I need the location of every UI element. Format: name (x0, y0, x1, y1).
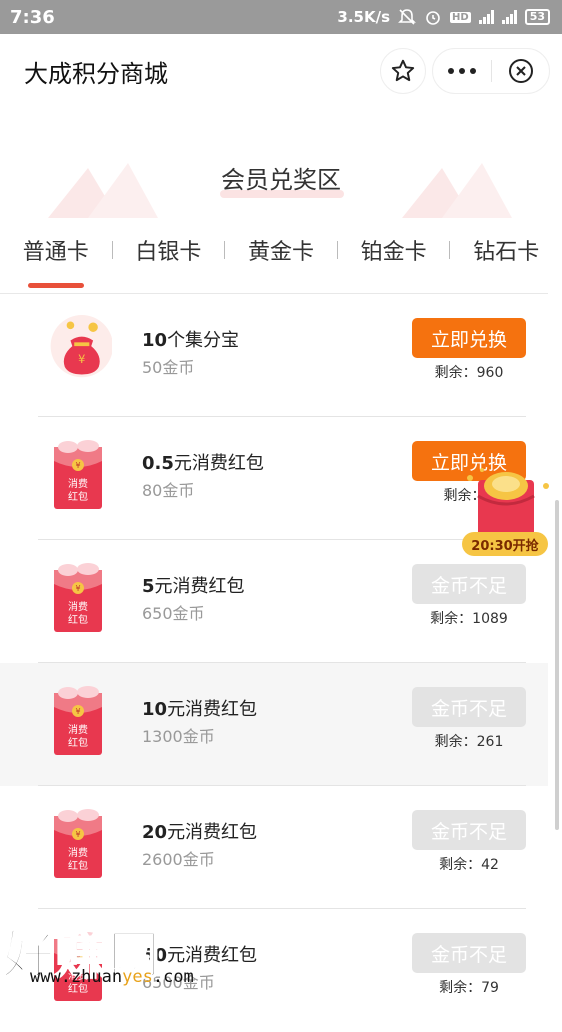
redeem-button[interactable]: 立即兑换 (412, 318, 526, 358)
mute-bell-icon (398, 9, 416, 25)
signal-icon (501, 10, 517, 24)
svg-text:消费: 消费 (68, 477, 88, 490)
list-item: ¥ 10个集分宝 50金币 立即兑换 剩余：960 (0, 294, 548, 417)
item-name: 20元消费红包 (142, 822, 258, 843)
item-name: 5元消费红包 (142, 576, 245, 597)
close-circle-icon (508, 59, 533, 83)
insufficient-coins-button[interactable]: 金币不足 (412, 810, 526, 850)
item-remaining: 剩余：261 (434, 734, 504, 750)
tab-silver-card[interactable]: 白银卡 (113, 234, 225, 266)
member-redeem-section: 会员兑奖区 普通卡 白银卡 黄金卡 铂金卡 钻石卡 (0, 130, 562, 295)
item-remaining: 剩余：42 (439, 857, 499, 873)
status-indicators: 3.5K/s HD 53 (337, 8, 550, 26)
item-name: 10元消费红包 (142, 699, 258, 720)
nav-header: 大成积分商城 (0, 34, 562, 130)
alarm-icon (426, 11, 440, 25)
scrollbar[interactable] (555, 500, 559, 830)
svg-text:¥: ¥ (75, 584, 80, 593)
item-cost: 1300金币 (142, 727, 215, 746)
status-bar: 7:36 3.5K/s HD 53 (0, 0, 562, 34)
item-remaining: 剩余：1089 (430, 611, 508, 627)
red-envelope-icon: ¥ 消费 红包 (54, 686, 102, 755)
list-item: ¥ 消费 红包 20元消费红包 2600金币 金币不足 剩余：42 (0, 786, 548, 909)
item-cost: 650金币 (142, 604, 205, 623)
item-cost: 2600金币 (142, 850, 215, 869)
tab-gold-card[interactable]: 黄金卡 (225, 234, 337, 266)
red-envelope-icon: ¥ 消费 红包 (54, 563, 102, 632)
tab-diamond-card[interactable]: 钻石卡 (450, 234, 562, 266)
red-envelope-icon: ¥ 消费 红包 (54, 809, 102, 878)
item-remaining: 剩余：79 (439, 980, 499, 996)
network-speed: 3.5K/s (337, 8, 391, 26)
svg-text:红包: 红包 (68, 490, 88, 503)
close-button[interactable] (492, 48, 549, 94)
tab-platinum-card[interactable]: 铂金卡 (338, 234, 450, 266)
red-envelope-icon: ¥ 消费 红包 (54, 440, 102, 509)
item-name: 10个集分宝 (142, 330, 240, 351)
item-remaining: 剩余：960 (434, 365, 504, 381)
item-cost: 80金币 (142, 481, 195, 500)
hd-icon: HD (450, 11, 471, 23)
svg-text:红包: 红包 (68, 859, 88, 872)
money-bag-icon: ¥ (50, 314, 112, 378)
star-icon (391, 59, 415, 82)
insufficient-coins-button[interactable]: 金币不足 (412, 687, 526, 727)
countdown-label[interactable]: 20:30开抢 (462, 532, 548, 556)
svg-text:¥: ¥ (75, 461, 80, 470)
svg-text:消费: 消费 (68, 723, 88, 736)
svg-text:消费: 消费 (68, 846, 88, 859)
svg-text:红包: 红包 (68, 613, 88, 626)
mini-program-capsule (432, 48, 550, 94)
svg-text:¥: ¥ (75, 830, 80, 839)
insufficient-coins-button[interactable]: 金币不足 (412, 564, 526, 604)
svg-text:红包: 红包 (68, 736, 88, 749)
svg-text:¥: ¥ (78, 352, 85, 366)
card-tabs: 普通卡 白银卡 黄金卡 铂金卡 钻石卡 (0, 230, 562, 288)
watermark-logo: 好赚网 www.zhuanyes.com (0, 905, 210, 1000)
svg-text:消费: 消费 (68, 600, 88, 613)
svg-text:¥: ¥ (75, 707, 80, 716)
page-title: 大成积分商城 (24, 60, 168, 88)
signal-4g-icon (478, 10, 494, 24)
favorite-button[interactable] (380, 48, 426, 94)
battery-icon: 53 (524, 9, 550, 25)
more-button[interactable] (433, 48, 491, 94)
tab-normal-card[interactable]: 普通卡 (0, 234, 112, 288)
item-cost: 50金币 (142, 358, 195, 377)
watermark-url: www.zhuanyes.com (30, 967, 194, 987)
status-time: 7:36 (10, 6, 55, 28)
list-item: ¥ 消费 红包 10元消费红包 1300金币 金币不足 剩余：261 (0, 663, 548, 786)
section-title: 会员兑奖区 (221, 166, 341, 194)
item-name: 0.5元消费红包 (142, 453, 264, 474)
insufficient-coins-button[interactable]: 金币不足 (412, 933, 526, 973)
